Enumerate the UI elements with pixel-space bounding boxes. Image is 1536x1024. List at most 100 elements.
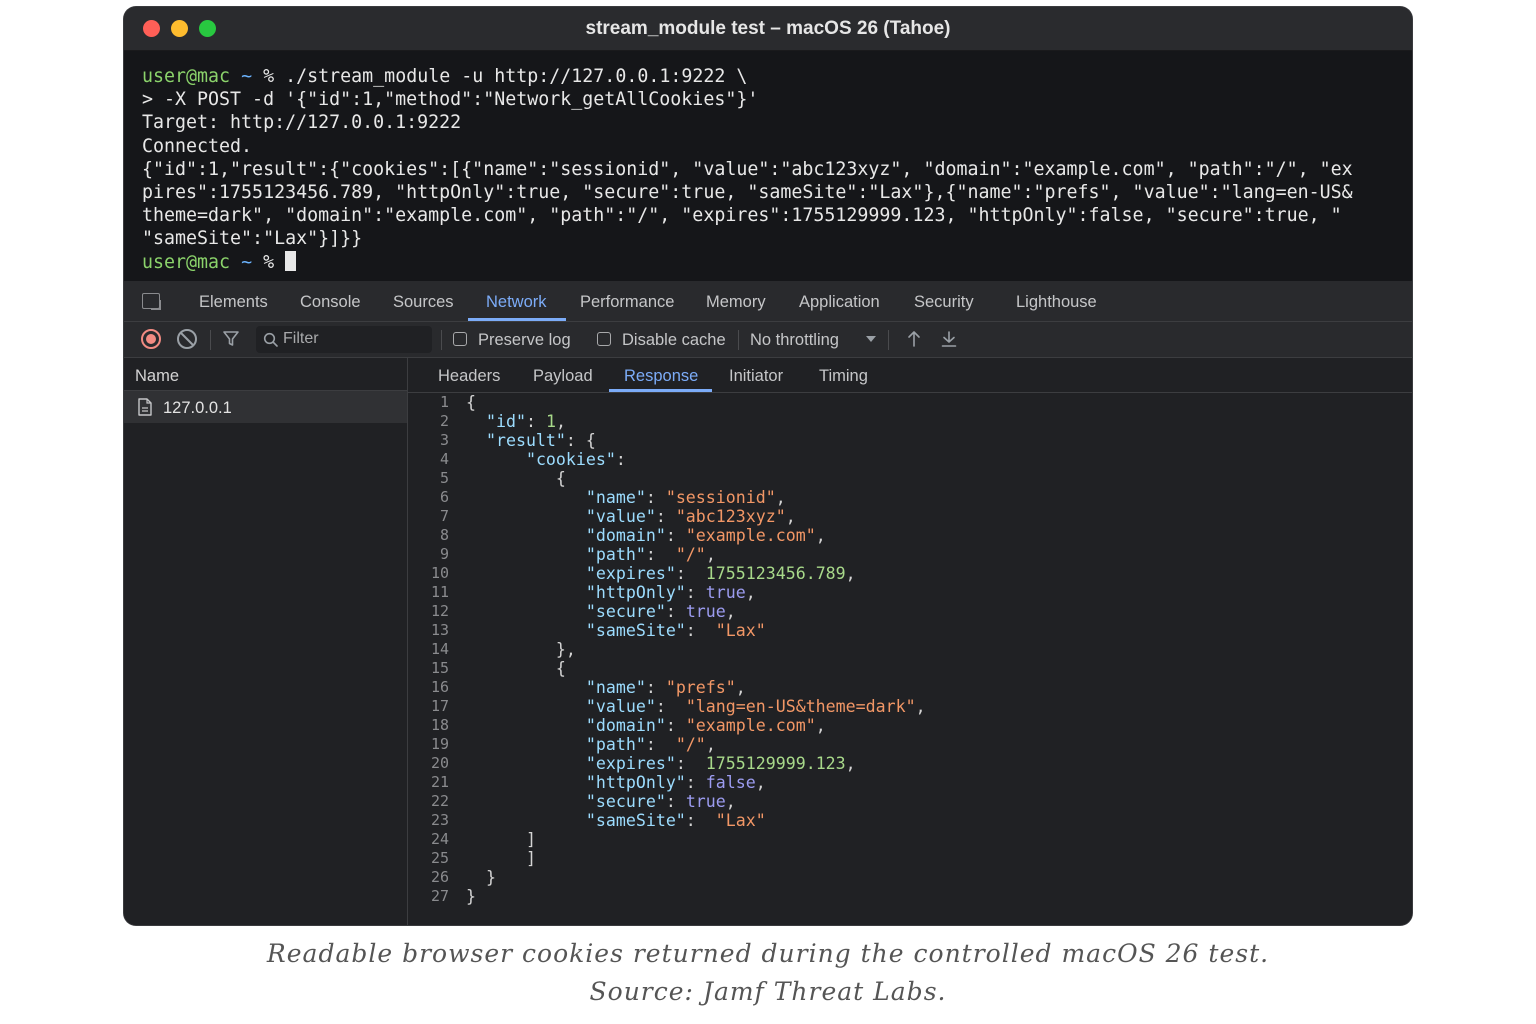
tab-initiator[interactable]: Initiator bbox=[729, 367, 783, 386]
code-line: 12 "secure": true, bbox=[408, 602, 1412, 621]
terminal-line: pires":1755123456.789, "httpOnly":true, … bbox=[142, 182, 1353, 204]
code-token: 1755129999.123 bbox=[705, 754, 846, 773]
code-token: "domain" bbox=[585, 716, 666, 735]
preserve-log-label[interactable]: Preserve log bbox=[478, 331, 571, 350]
tab-sources[interactable]: Sources bbox=[393, 293, 454, 312]
chevron-down-icon[interactable] bbox=[866, 336, 876, 342]
code-token: } bbox=[466, 887, 476, 906]
code-token: "abc123xyz" bbox=[675, 507, 786, 526]
code-token: : bbox=[665, 716, 686, 735]
code-line: 3 "result": { bbox=[408, 431, 1412, 450]
disable-cache-checkbox[interactable] bbox=[597, 332, 611, 346]
code-token: : bbox=[665, 602, 686, 621]
toolbar-divider bbox=[441, 330, 442, 350]
line-number: 22 bbox=[430, 792, 449, 810]
request-row[interactable]: 127.0.0.1 bbox=[124, 391, 407, 423]
line-number: 10 bbox=[430, 564, 449, 582]
code-text: "path": "/", bbox=[466, 545, 716, 564]
code-token: : bbox=[655, 697, 686, 716]
code-text: }, bbox=[466, 640, 576, 659]
tab-timing[interactable]: Timing bbox=[819, 367, 868, 386]
line-number: 4 bbox=[439, 450, 449, 468]
preserve-log-checkbox[interactable] bbox=[453, 332, 467, 346]
name-column-header[interactable]: Name bbox=[124, 358, 407, 391]
code-token: "/" bbox=[675, 545, 706, 564]
code-token: "secure" bbox=[585, 792, 666, 811]
export-har-icon[interactable] bbox=[939, 329, 959, 349]
code-line: 13 "sameSite": "Lax" bbox=[408, 621, 1412, 640]
code-token: : bbox=[655, 507, 676, 526]
code-text: "httpOnly": true, bbox=[466, 583, 756, 602]
filter-input[interactable] bbox=[283, 329, 423, 349]
clear-icon[interactable] bbox=[177, 329, 197, 349]
tab-performance[interactable]: Performance bbox=[580, 293, 674, 312]
code-token: "lang=en-US&theme=dark" bbox=[685, 697, 916, 716]
tab-payload[interactable]: Payload bbox=[533, 367, 593, 386]
tab-application[interactable]: Application bbox=[799, 293, 880, 312]
line-number: 13 bbox=[430, 621, 449, 639]
code-token: "cookies" bbox=[525, 450, 616, 469]
code-token: "prefs" bbox=[665, 678, 736, 697]
code-text: "name": "sessionid", bbox=[466, 488, 786, 507]
tab-network[interactable]: Network bbox=[486, 293, 547, 312]
line-number: 5 bbox=[439, 469, 449, 487]
code-token: , bbox=[555, 412, 566, 431]
code-line: 1{ bbox=[408, 393, 1412, 412]
code-token: "result" bbox=[485, 431, 566, 450]
code-token: , bbox=[915, 697, 926, 716]
filter-box bbox=[256, 326, 432, 353]
code-line: 16 "name": "prefs", bbox=[408, 678, 1412, 697]
tab-security[interactable]: Security bbox=[914, 293, 974, 312]
line-number: 23 bbox=[430, 811, 449, 829]
disable-cache-label[interactable]: Disable cache bbox=[622, 331, 726, 350]
inspect-element-icon[interactable] bbox=[142, 293, 160, 309]
code-token: , bbox=[735, 678, 746, 697]
code-token: ] bbox=[466, 849, 536, 868]
code-text: "expires": 1755129999.123, bbox=[466, 754, 856, 773]
prompt-symbol: % bbox=[263, 66, 275, 87]
active-tab-indicator bbox=[468, 318, 566, 321]
terminal-output[interactable]: user@mac ~ % ./stream_module -u http://1… bbox=[124, 51, 1412, 281]
tab-headers[interactable]: Headers bbox=[438, 367, 500, 386]
code-token: : bbox=[645, 545, 676, 564]
line-number: 25 bbox=[430, 849, 449, 867]
tab-console[interactable]: Console bbox=[300, 293, 361, 312]
code-line: 20 "expires": 1755129999.123, bbox=[408, 754, 1412, 773]
throttling-select[interactable]: No throttling bbox=[750, 331, 839, 350]
request-name: 127.0.0.1 bbox=[163, 399, 232, 417]
code-text: ] bbox=[466, 830, 536, 849]
code-token: : bbox=[645, 735, 676, 754]
code-line: 21 "httpOnly": false, bbox=[408, 773, 1412, 792]
record-icon[interactable] bbox=[141, 329, 161, 349]
filter-icon[interactable] bbox=[221, 329, 241, 349]
code-token: , bbox=[815, 716, 826, 735]
response-viewer[interactable]: 1{2 "id": 1, 3 "result": {4 "cookies": 5 {… bbox=[408, 393, 1412, 925]
prompt-symbol: % bbox=[263, 251, 275, 273]
tab-response[interactable]: Response bbox=[624, 367, 698, 386]
code-line: 19 "path": "/", bbox=[408, 735, 1412, 754]
import-har-icon[interactable] bbox=[904, 329, 924, 349]
tab-elements[interactable]: Elements bbox=[199, 293, 268, 312]
figure-source: Source: Jamf Threat Labs. bbox=[589, 977, 947, 1006]
code-token: "name" bbox=[585, 488, 646, 507]
code-token: "sameSite" bbox=[585, 621, 686, 640]
code-text: { bbox=[466, 393, 476, 412]
code-text: "expires": 1755123456.789, bbox=[466, 564, 856, 583]
code-token: , bbox=[745, 583, 756, 602]
code-token: "value" bbox=[585, 697, 656, 716]
code-token: "sessionid" bbox=[665, 488, 776, 507]
tab-lighthouse[interactable]: Lighthouse bbox=[1016, 293, 1097, 312]
tab-memory[interactable]: Memory bbox=[706, 293, 766, 312]
terminal-line: "sameSite":"Lax"}]}} bbox=[142, 228, 363, 250]
line-number: 15 bbox=[430, 659, 449, 677]
code-token: : bbox=[645, 488, 666, 507]
code-line: 27} bbox=[408, 887, 1412, 906]
code-token: "Lax" bbox=[715, 621, 766, 640]
code-line: 8 "domain": "example.com", bbox=[408, 526, 1412, 545]
code-text: } bbox=[466, 868, 496, 887]
code-text: { bbox=[466, 469, 566, 488]
code-token: } bbox=[466, 868, 496, 887]
